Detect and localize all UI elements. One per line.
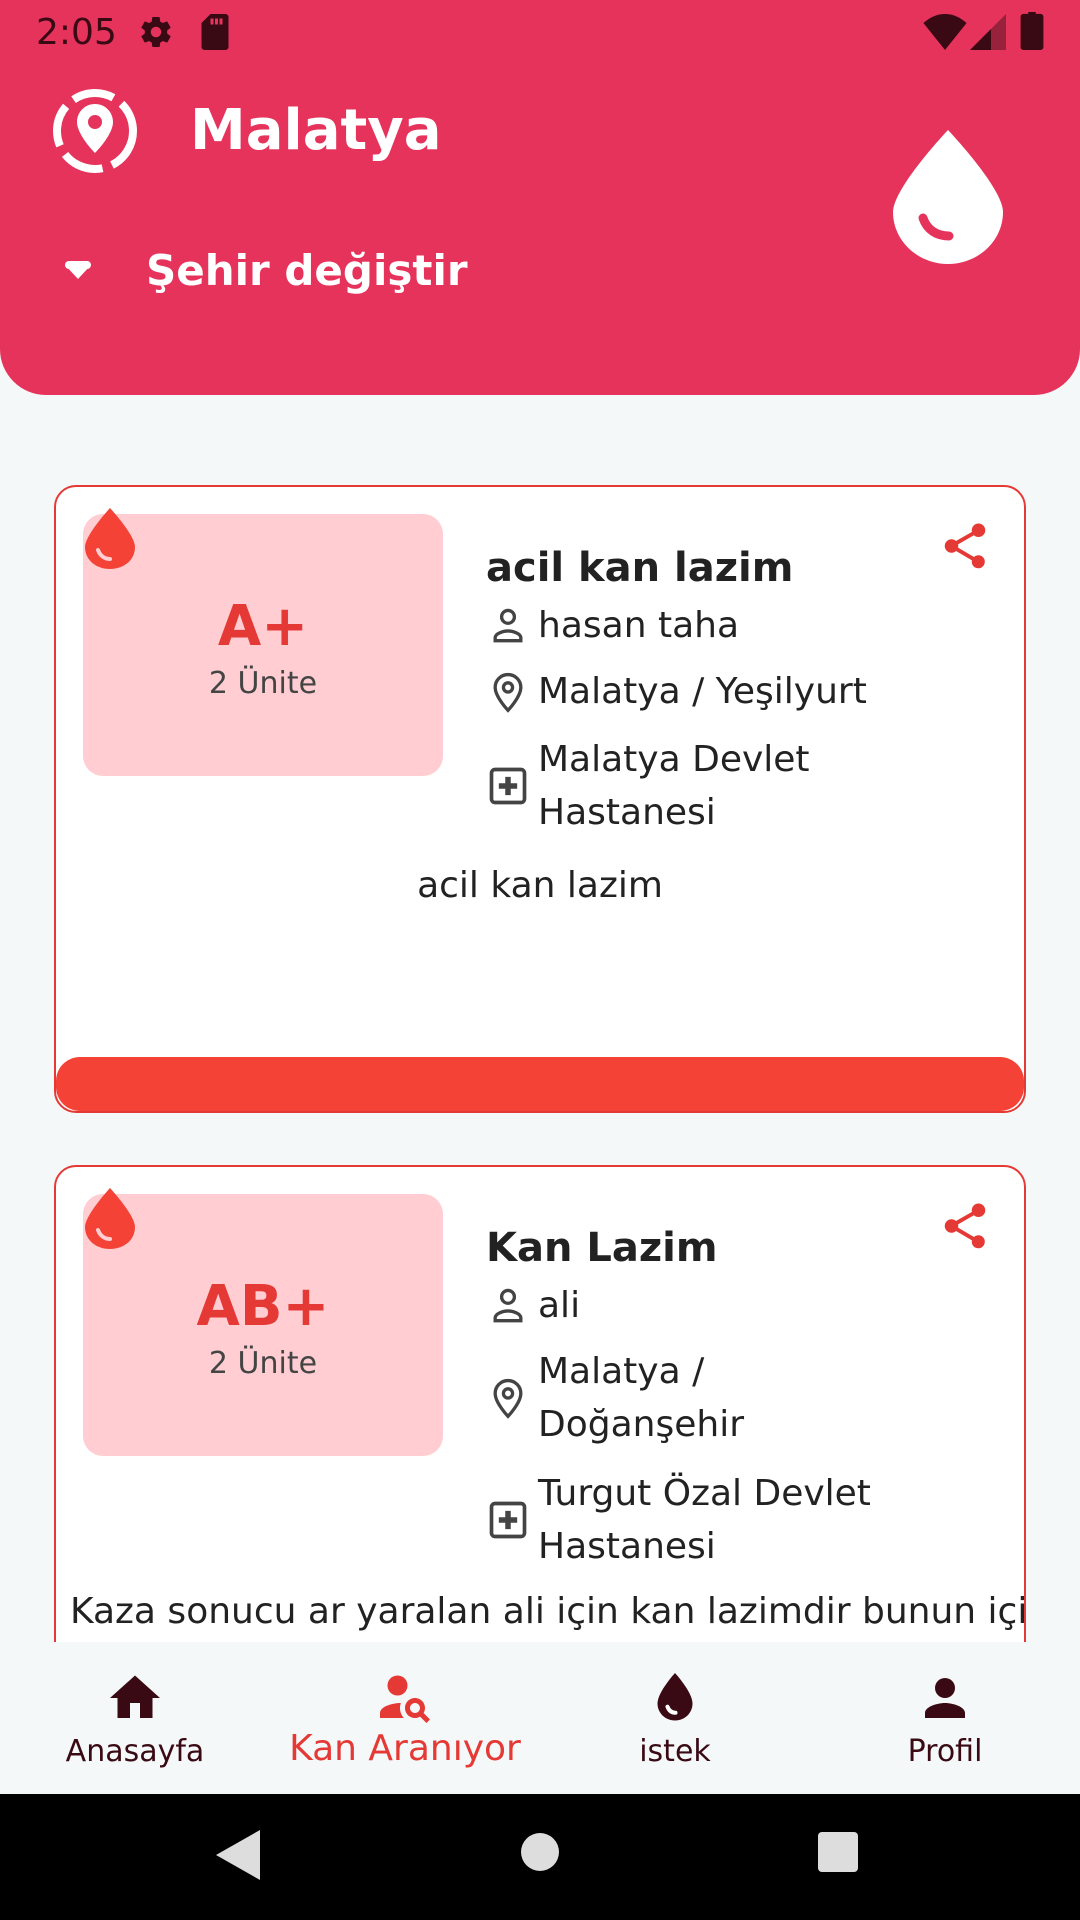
nav-label: istek <box>639 1734 711 1769</box>
blood-type-box: AB+ 2 Ünite <box>83 1188 443 1456</box>
blood-type: AB+ <box>196 1274 330 1339</box>
caret-down-icon <box>50 242 106 298</box>
nav-item-profile[interactable]: Profil <box>810 1642 1080 1794</box>
hospital-line-2: Hastanesi <box>538 792 716 833</box>
wifi-icon <box>923 14 967 50</box>
location-line-2: Doğanşehir <box>538 1404 744 1445</box>
location-pin-icon <box>493 1378 523 1419</box>
blood-type: A+ <box>217 594 309 659</box>
nav-label: Profil <box>907 1734 983 1769</box>
blood-drop-icon <box>85 508 135 569</box>
hospital-text: Malatya Devlet Hastanesi <box>538 733 810 839</box>
requester-name: hasan taha <box>538 605 740 646</box>
hospital-row: Turgut Özal Devlet Hastanesi <box>486 1467 871 1573</box>
sd-card-icon <box>201 14 229 50</box>
person-icon <box>925 1678 965 1718</box>
person-outline-icon <box>493 1288 523 1322</box>
blood-drop-icon <box>893 130 1003 264</box>
requester-row: hasan taha <box>486 599 739 652</box>
request-title: Kan Lazim <box>486 1225 718 1271</box>
home-icon <box>110 1675 160 1718</box>
location-row: Malatya / Doğanşehir <box>486 1345 744 1451</box>
nav-item-blood-search[interactable]: Kan Aranıyor <box>270 1642 540 1794</box>
system-navigation-bar <box>0 1794 1080 1920</box>
person-outline-icon <box>493 608 523 642</box>
header: 2:05 Malatya Şehir değiştir <box>0 0 1080 395</box>
hospital-icon <box>489 767 527 805</box>
location-icon <box>53 89 137 173</box>
hospital-text: Turgut Özal Devlet Hastanesi <box>538 1467 871 1573</box>
blood-request-card[interactable]: A+ 2 Ünite acil kan lazim hasan taha Mal… <box>54 485 1026 1113</box>
blood-type-box: A+ 2 Ünite <box>83 508 443 776</box>
status-bar: 2:05 <box>0 0 1080 66</box>
location-line-1: Malatya / <box>538 1351 705 1392</box>
signal-icon <box>970 14 1006 50</box>
bottom-navigation: Anasayfa Kan Aranıyor istek Profil <box>0 1642 1080 1794</box>
location-text: Malatya / Doğanşehir <box>538 1345 744 1451</box>
nav-item-request[interactable]: istek <box>540 1642 810 1794</box>
hospital-line-2: Hastanesi <box>538 1526 716 1567</box>
nav-item-home[interactable]: Anasayfa <box>0 1642 270 1794</box>
change-city-button[interactable]: Şehir değiştir <box>50 240 468 300</box>
units-needed: 2 Ünite <box>208 666 318 701</box>
settings-gear-icon <box>141 17 171 48</box>
hospital-line-1: Malatya Devlet <box>538 739 810 780</box>
nav-label: Anasayfa <box>65 1734 205 1769</box>
blood-drop-icon <box>657 1673 693 1721</box>
share-icon[interactable] <box>938 1199 992 1253</box>
requester-row: ali <box>486 1279 580 1332</box>
nav-label: Kan Aranıyor <box>289 1728 521 1769</box>
request-description: acil kan lazim <box>417 865 663 906</box>
location-row: Malatya / Yeşilyurt <box>486 665 867 718</box>
units-needed: 2 Ünite <box>208 1346 318 1381</box>
hospital-line-1: Turgut Özal Devlet <box>538 1473 871 1514</box>
request-description: Kaza sonucu ar yaralan ali için kan lazi… <box>70 1591 1026 1632</box>
share-icon[interactable] <box>938 519 992 573</box>
back-icon[interactable] <box>216 1830 260 1880</box>
requester-name: ali <box>538 1285 581 1326</box>
request-title: acil kan lazim <box>486 545 794 591</box>
recent-apps-icon[interactable] <box>818 1832 858 1872</box>
change-city-label: Şehir değiştir <box>146 245 468 295</box>
person-search-icon <box>380 1675 430 1723</box>
hospital-row: Malatya Devlet Hastanesi <box>486 733 810 839</box>
blood-drop-icon <box>85 1188 135 1249</box>
battery-icon <box>1020 12 1044 50</box>
location-pin-icon <box>493 672 523 713</box>
city-title: Malatya <box>190 98 442 163</box>
hospital-icon <box>489 1501 527 1539</box>
card-footer-bar <box>56 1057 1024 1111</box>
home-circle-icon[interactable] <box>520 1832 560 1872</box>
location-text: Malatya / Yeşilyurt <box>538 671 867 712</box>
status-time: 2:05 <box>36 12 117 53</box>
